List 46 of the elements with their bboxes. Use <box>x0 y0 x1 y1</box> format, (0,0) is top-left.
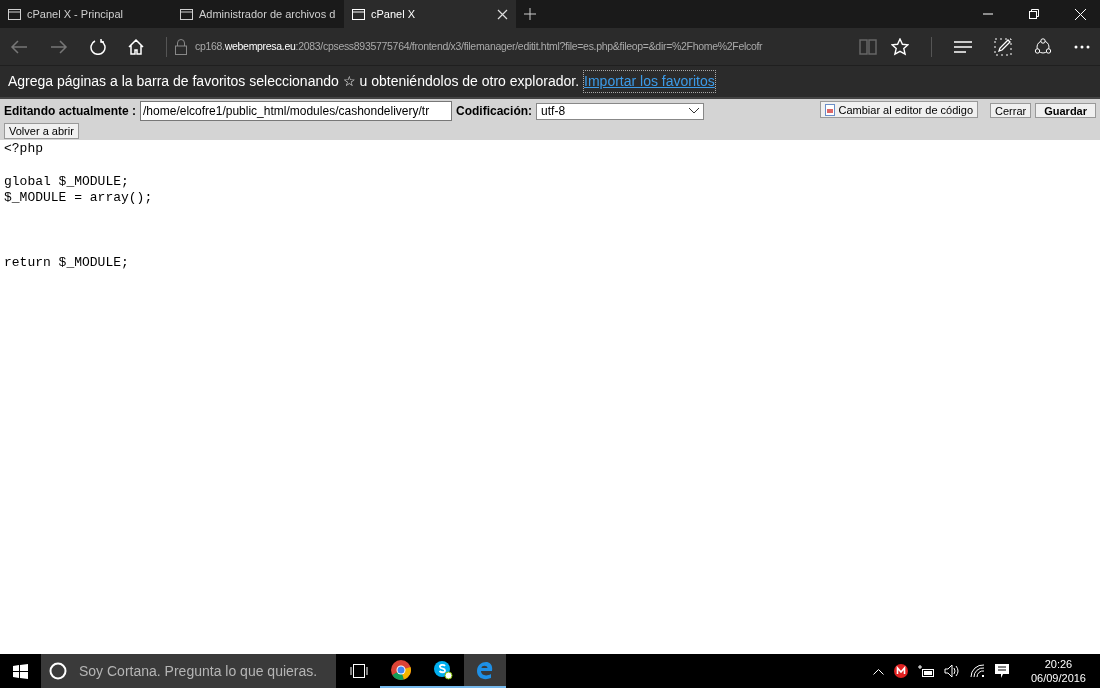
back-arrow-icon[interactable] <box>10 38 28 55</box>
close-button[interactable]: Cerrar <box>990 103 1032 118</box>
document-icon <box>824 103 835 116</box>
search-field[interactable]: Soy Cortana. Pregunta lo que quieras. <box>41 654 336 688</box>
task-view-icon <box>350 664 368 678</box>
switch-editor-button[interactable]: Cambiar al editor de código <box>819 101 979 118</box>
star-icon[interactable] <box>891 37 909 56</box>
encoding-label: Codificación: <box>456 103 533 120</box>
speaker-icon[interactable] <box>943 664 960 678</box>
notification-icon[interactable] <box>994 663 1009 679</box>
circle-icon <box>49 662 67 680</box>
tab-title: cPanel X - Principal <box>27 6 124 22</box>
share-icon[interactable] <box>1034 37 1052 56</box>
caret-icon <box>689 108 700 114</box>
file-path-field[interactable]: /home/elcofre1/public_html/modules/cashondelivery/tr <box>140 101 453 121</box>
windows-logo-icon[interactable] <box>13 663 28 679</box>
clock[interactable]: 20:26 06/09/2016 <box>1030 657 1086 685</box>
chevron-up-icon[interactable] <box>872 667 884 675</box>
chat-logo-icon <box>433 660 453 680</box>
new-tab-icon[interactable] <box>524 8 536 20</box>
browser-logo-icon <box>475 660 495 680</box>
page-icon <box>180 8 193 20</box>
lock-icon <box>175 38 187 55</box>
cloud-app-logo-icon[interactable] <box>893 664 908 678</box>
menu-icon[interactable] <box>954 40 972 53</box>
refresh-icon[interactable] <box>90 38 106 55</box>
page-icon <box>8 8 21 20</box>
browser-tab[interactable]: cPanel X <box>344 0 516 28</box>
restore-icon[interactable] <box>1029 9 1039 19</box>
wifi-icon[interactable] <box>969 664 985 678</box>
forward-arrow-icon[interactable] <box>50 38 68 55</box>
battery-icon[interactable] <box>917 665 934 677</box>
browser-logo-icon <box>391 660 411 680</box>
more-icon[interactable] <box>1074 44 1090 49</box>
favorites-bar-message: Agrega páginas a la barra de favoritos seleccionando ☆ u obteniéndolos de otro explorador. <box>8 72 580 91</box>
save-button[interactable]: Guardar <box>1035 103 1096 118</box>
reopen-button[interactable]: Volver a abrir <box>4 123 79 139</box>
close-icon[interactable] <box>497 8 508 20</box>
editing-label: Editando actualmente : <box>4 103 137 120</box>
page-icon <box>352 8 365 20</box>
pen-note-icon[interactable] <box>994 37 1012 56</box>
import-favorites-link[interactable]: Importar los favoritos <box>583 70 716 93</box>
home-icon[interactable] <box>128 38 144 55</box>
encoding-select[interactable]: utf-8 <box>536 102 705 120</box>
tab-title: cPanel X <box>371 6 417 22</box>
tab-title: Administrador de archivos d <box>199 6 336 22</box>
